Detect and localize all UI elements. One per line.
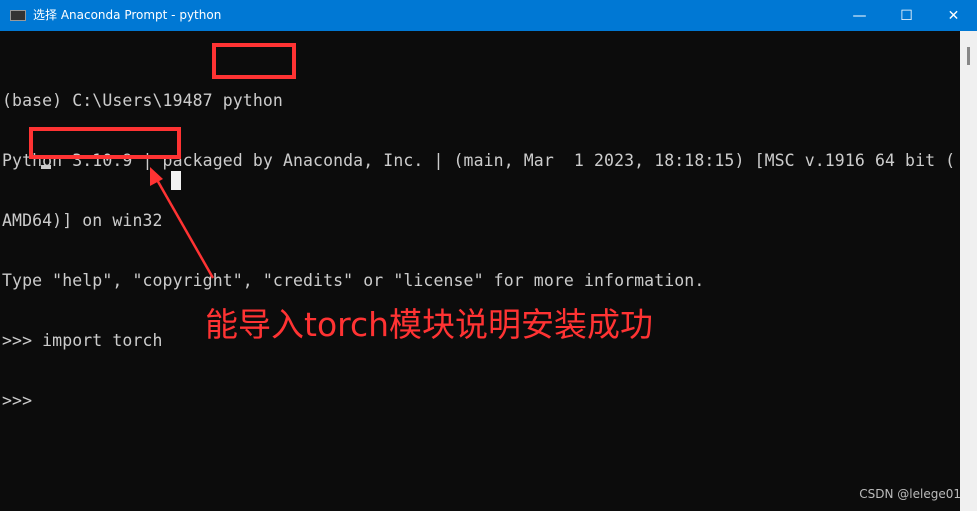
annotation-arrow	[150, 167, 215, 279]
annotation-text: 能导入torch模块说明安装成功	[205, 305, 654, 344]
watermark: CSDN @lelege01	[859, 487, 961, 501]
